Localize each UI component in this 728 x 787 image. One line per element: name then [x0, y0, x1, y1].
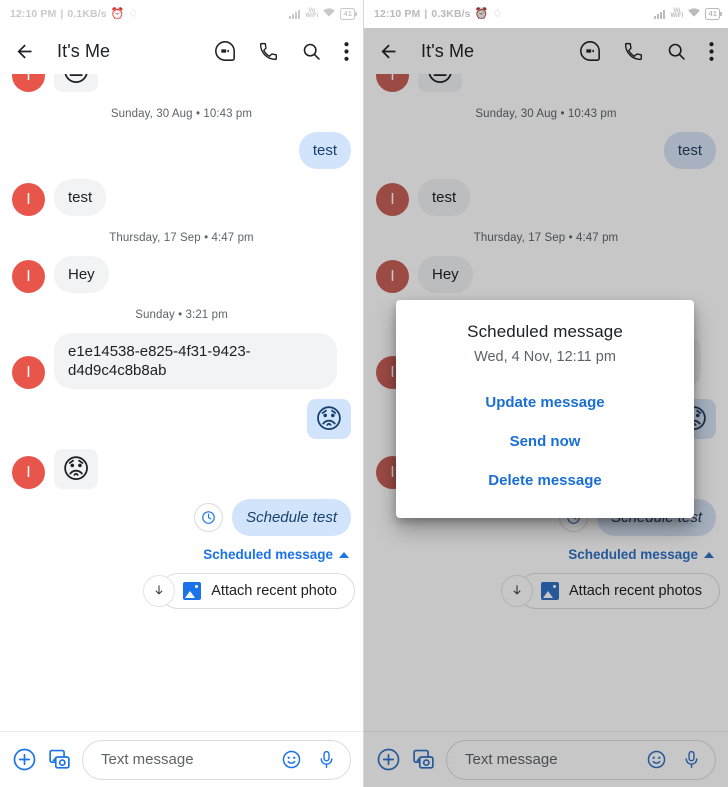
scheduled-message-row: Schedule test [0, 499, 363, 536]
message-bubble[interactable]: 😟 [306, 399, 351, 439]
status-network-speed: 0.1KB/s [67, 8, 107, 20]
status-bar: 12:10 PM | 0.1KB/s ⏰ ♢ Vo WiFi 41 [0, 0, 363, 28]
dialog-subtitle: Wed, 4 Nov, 12:11 pm [474, 349, 616, 365]
message-input-placeholder: Text message [101, 751, 194, 768]
status-bar-left: 12:10 PM | 0.1KB/s ⏰ ♢ [10, 8, 289, 20]
battery-indicator: 41 [340, 8, 357, 20]
search-icon[interactable] [301, 41, 322, 62]
date-separator: Sunday, 30 Aug • 10:43 pm [110, 108, 253, 120]
signal-bars-icon [289, 9, 301, 19]
date-separator: Thursday, 17 Sep • 4:47 pm [109, 232, 254, 244]
message-row: I e1e14538-e825-4f31-9423-d4d9c4c8b8ab [0, 333, 363, 389]
message-row: I Hey [0, 256, 363, 293]
status-bar-right: Vo WiFi 41 [289, 8, 357, 20]
video-call-icon[interactable] [214, 40, 236, 62]
message-bubble[interactable]: e1e14538-e825-4f31-9423-d4d9c4c8b8ab [54, 333, 337, 389]
avatar: I [12, 356, 45, 389]
suggestion-chip-row: Attach recent photo [0, 573, 363, 609]
page-title: It's Me [57, 40, 111, 61]
message-thread[interactable]: I 😐 Sunday, 30 Aug • 10:43 pm test I tes… [0, 74, 363, 731]
chevron-up-icon [339, 551, 349, 558]
message-input-field[interactable]: Text message [82, 739, 351, 780]
message-bubble[interactable]: 😐 [54, 74, 99, 92]
avatar: I [12, 456, 45, 489]
message-bubble[interactable]: Hey [54, 256, 109, 293]
composer-bar: Text message [0, 731, 363, 787]
gallery-camera-icon[interactable] [47, 747, 72, 772]
alarm-icon: ⏰ [110, 7, 125, 20]
message-row: 😟 [0, 399, 363, 439]
more-vert-icon[interactable] [344, 41, 349, 62]
avatar: I [12, 260, 45, 293]
download-arrow-icon[interactable] [143, 575, 176, 607]
scheduled-message-toggle[interactable]: Scheduled message [0, 547, 363, 562]
emoji-icon[interactable] [281, 749, 302, 770]
chip-label: Attach recent photo [211, 583, 337, 599]
headset-icon: ♢ [128, 7, 139, 20]
status-time: 12:10 PM [10, 8, 57, 20]
vowifi-icon: Vo WiFi [305, 8, 319, 19]
date-separator: Sunday • 3:21 pm [135, 309, 228, 321]
dialog-title: Scheduled message [467, 322, 623, 341]
microphone-icon[interactable] [316, 749, 337, 770]
back-arrow-icon[interactable] [14, 41, 35, 62]
avatar: I [12, 74, 45, 92]
message-bubble[interactable]: test [54, 179, 107, 216]
wifi-icon [323, 8, 336, 20]
attach-recent-photo-chip[interactable]: Attach recent photo [160, 573, 355, 609]
message-row: I 😟 [0, 449, 363, 489]
clock-icon[interactable] [194, 503, 224, 532]
avatar: I [12, 183, 45, 216]
message-bubble[interactable]: 😟 [54, 449, 99, 489]
message-row: I test [0, 179, 363, 216]
scheduled-message-bubble[interactable]: Schedule test [232, 499, 351, 536]
delete-message-button[interactable]: Delete message [396, 461, 694, 500]
message-row: I 😐 [0, 74, 363, 92]
scheduled-message-dialog: Scheduled message Wed, 4 Nov, 12:11 pm U… [396, 300, 694, 518]
plus-circle-icon[interactable] [12, 747, 37, 772]
dual-screenshot-comparison: 12:10 PM | 0.1KB/s ⏰ ♢ Vo WiFi 41 It's M… [0, 0, 728, 787]
panel-right: 12:10 PM | 0.3KB/s ⏰ ♢ Vo WiFi 41 It's M… [364, 0, 728, 787]
app-bar-actions [214, 40, 349, 62]
photo-icon [183, 582, 202, 600]
send-now-button[interactable]: Send now [396, 422, 694, 461]
status-separator: | [60, 8, 64, 20]
message-bubble[interactable]: test [298, 132, 351, 169]
composer-tools [281, 749, 337, 770]
app-bar: It's Me [0, 28, 363, 74]
update-message-button[interactable]: Update message [396, 383, 694, 422]
panel-left: 12:10 PM | 0.1KB/s ⏰ ♢ Vo WiFi 41 It's M… [0, 0, 364, 787]
phone-call-icon[interactable] [258, 41, 279, 62]
scheduled-message-label: Scheduled message [203, 547, 333, 562]
message-row: test [0, 132, 363, 169]
vowifi-line2: WiFi [305, 13, 319, 19]
